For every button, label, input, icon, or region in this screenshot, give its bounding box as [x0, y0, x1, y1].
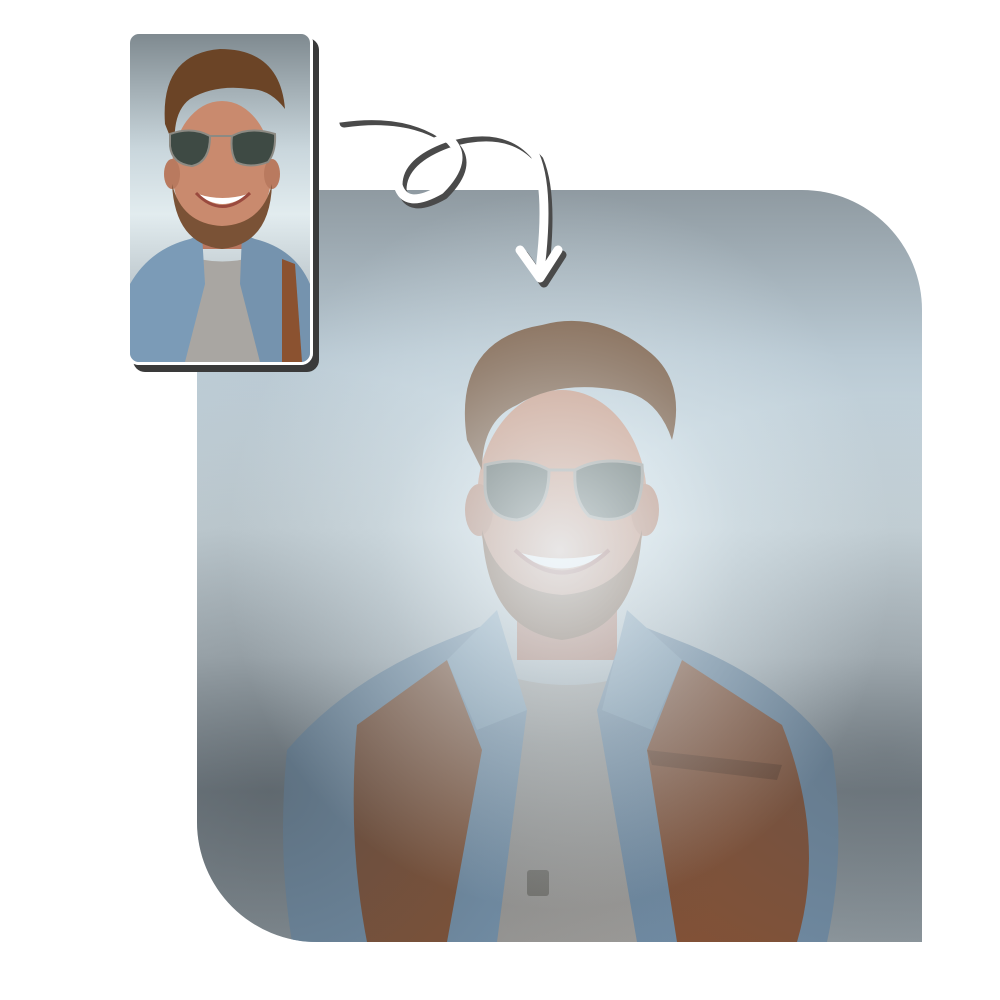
canvas	[0, 0, 1000, 1000]
source-photo-thumbnail	[127, 31, 313, 365]
source-portrait	[130, 49, 310, 362]
swirl-arrow-icon	[335, 111, 567, 288]
